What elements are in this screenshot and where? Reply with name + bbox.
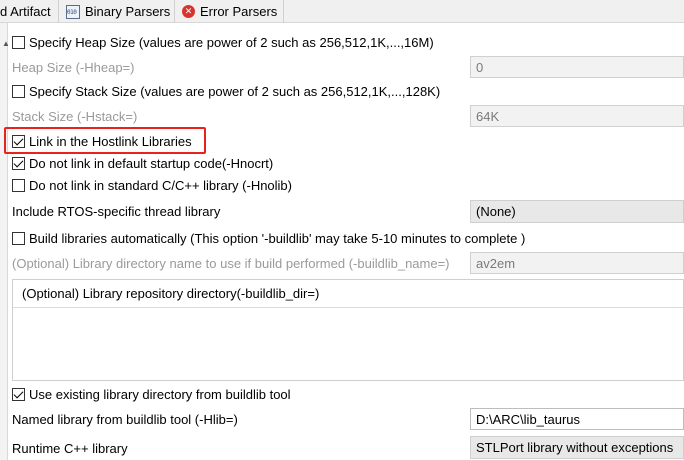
runtime-library-select[interactable]: STLPort library without exceptions xyxy=(470,436,684,459)
named-library-label-row: Named library from buildlib tool (-Hlib=… xyxy=(12,409,238,429)
tab-build-artifact[interactable]: d Artifact xyxy=(0,0,59,23)
buildlib-name-input[interactable]: av2em xyxy=(470,252,684,274)
rtos-label: Include RTOS-specific thread library xyxy=(12,203,221,219)
tab-bar: d Artifact Binary Parsers ✕ Error Parser… xyxy=(0,0,684,23)
rtos-label-row: Include RTOS-specific thread library xyxy=(12,201,220,221)
buildlib-name-label: (Optional) Library directory name to use… xyxy=(12,255,450,271)
hostlink-checkbox-label: Link in the Hostlink Libraries xyxy=(29,133,192,149)
stack-size-input[interactable]: 64K xyxy=(470,105,684,127)
tab-label: d Artifact xyxy=(0,4,51,19)
no-startup-checkbox-row[interactable]: Do not link in default startup code(-Hno… xyxy=(12,153,273,173)
buildlib-checkbox[interactable] xyxy=(12,231,25,245)
heap-size-field-label: Heap Size (-Hheap=) xyxy=(12,59,135,75)
named-library-input[interactable]: D:\ARC\lib_taurus xyxy=(470,408,684,430)
use-existing-checkbox[interactable] xyxy=(12,387,25,401)
named-library-label: Named library from buildlib tool (-Hlib=… xyxy=(12,411,238,427)
stack-size-checkbox-row[interactable]: Specify Stack Size (values are power of … xyxy=(12,81,440,101)
hostlink-checkbox-row[interactable]: Link in the Hostlink Libraries xyxy=(12,131,192,151)
no-stdlib-checkbox[interactable] xyxy=(12,178,25,192)
stack-size-checkbox[interactable] xyxy=(12,84,25,98)
error-icon: ✕ xyxy=(182,5,195,18)
stack-size-checkbox-label: Specify Stack Size (values are power of … xyxy=(29,83,441,99)
no-stdlib-checkbox-label: Do not link in standard C/C++ library (-… xyxy=(29,177,292,193)
heap-size-input[interactable]: 0 xyxy=(470,56,684,78)
use-existing-checkbox-label: Use existing library directory from buil… xyxy=(29,386,291,402)
runtime-library-label: Runtime C++ library xyxy=(12,440,128,456)
tab-binary-parsers[interactable]: Binary Parsers xyxy=(60,0,175,23)
stack-size-label-row: Stack Size (-Hstack=) xyxy=(12,106,137,126)
left-panel-edge: ▲ xyxy=(0,23,10,460)
collapse-marker-icon[interactable]: ▲ xyxy=(2,39,10,53)
tab-label: Error Parsers xyxy=(200,4,278,19)
heap-size-checkbox-row[interactable]: Specify Heap Size (values are power of 2… xyxy=(12,32,434,52)
rtos-select[interactable]: (None) xyxy=(470,200,684,223)
library-repository-header: (Optional) Library repository directory(… xyxy=(13,280,683,308)
no-stdlib-checkbox-row[interactable]: Do not link in standard C/C++ library (-… xyxy=(12,175,292,195)
no-startup-checkbox-label: Do not link in default startup code(-Hno… xyxy=(29,155,274,171)
heap-size-label-row: Heap Size (-Hheap=) xyxy=(12,57,134,77)
buildlib-name-label-row: (Optional) Library directory name to use… xyxy=(12,253,450,273)
binary-parser-icon xyxy=(66,4,80,19)
hostlink-checkbox[interactable] xyxy=(12,134,25,148)
library-repository-panel: (Optional) Library repository directory(… xyxy=(12,279,684,381)
buildlib-checkbox-label: Build libraries automatically (This opti… xyxy=(29,230,526,246)
heap-size-checkbox-label: Specify Heap Size (values are power of 2… xyxy=(29,34,434,50)
heap-size-checkbox[interactable] xyxy=(12,35,25,49)
library-repository-label: (Optional) Library repository directory(… xyxy=(22,286,320,301)
use-existing-checkbox-row[interactable]: Use existing library directory from buil… xyxy=(12,384,291,404)
tab-label: Binary Parsers xyxy=(85,4,171,19)
runtime-label-row: Runtime C++ library xyxy=(12,438,128,458)
no-startup-checkbox[interactable] xyxy=(12,156,25,170)
buildlib-checkbox-row[interactable]: Build libraries automatically (This opti… xyxy=(12,228,525,248)
stack-size-field-label: Stack Size (-Hstack=) xyxy=(12,108,138,124)
tab-error-parsers[interactable]: ✕ Error Parsers xyxy=(176,0,284,23)
